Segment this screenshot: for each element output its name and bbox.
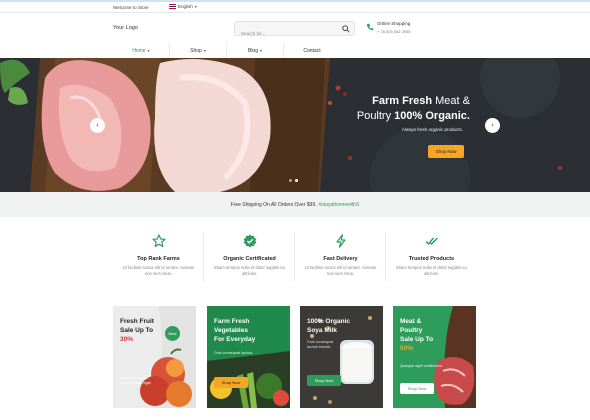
free-shipping-banner: Free Shipping On All Orders Over $99. #s…	[0, 192, 590, 217]
feature-top-rank-farms: Top Rank Farms Ut facilisis luctus elit …	[113, 230, 204, 290]
feature-title: Top Rank Farms	[137, 256, 180, 262]
feature-desc: Ut facilisis luctus elit id ornare. Aene…	[122, 265, 195, 276]
double-check-icon	[425, 237, 438, 246]
promo-title-line: Sale Up To	[400, 336, 434, 343]
search-input[interactable]	[235, 27, 335, 40]
search-icon[interactable]	[342, 25, 350, 33]
hero-title-strong-2: 100% Organic.	[394, 110, 470, 122]
slider-dot-active[interactable]	[295, 179, 298, 182]
feature-desc: Ut facilisis luctus elit id ornare. Aene…	[304, 265, 377, 276]
promo-title-line: Meat &	[400, 318, 422, 325]
promo-title-line: 100% Organic	[307, 318, 350, 325]
hashtag-link[interactable]: #stayathomewithS	[319, 202, 360, 208]
promo-title: Meat & Poultry Sale Up To 50%	[400, 317, 433, 353]
shipping-phone[interactable]: + 78 525 542 2505	[377, 29, 410, 34]
promo-desc: Duis consequat lacinia.	[214, 351, 254, 355]
welcome-text: Welcome to Store	[113, 5, 149, 10]
shipping-title: Online Shopping	[377, 21, 411, 26]
feature-title: Trusted Products	[408, 256, 455, 262]
promo-highlight: 50%	[400, 345, 414, 352]
feature-title: Fast Delivery	[323, 256, 358, 262]
hero-slider: ‹ › Farm Fresh Meat & Poultry 100% Organ…	[0, 58, 590, 192]
promo-card-soya-milk[interactable]: 100% Organic Soya Milk Duis consequat la…	[300, 306, 383, 408]
feature-fast-delivery: Fast Delivery Ut facilisis luctus elit i…	[295, 230, 386, 290]
promo-title-line: Fresh Fruit	[120, 318, 154, 325]
promo-title-line: Poultry	[400, 327, 423, 334]
hero-title-line-2: Poultry 100% Organic.	[340, 109, 470, 124]
promo-title-line: Sale Up To	[120, 327, 154, 334]
phone-icon	[366, 23, 374, 31]
slider-dot[interactable]	[289, 179, 292, 182]
star-icon	[151, 234, 166, 248]
nav-item-contact[interactable]: Contact	[284, 43, 340, 58]
promo-card-meat-poultry[interactable]: Meat & Poultry Sale Up To 50% Quisque eg…	[393, 306, 476, 408]
nav-label-contact: Contact	[303, 47, 321, 54]
feature-title: Organic Certificated	[223, 256, 276, 262]
hero-title-light-2: Poultry	[356, 110, 392, 122]
promo-title: Fresh Fruit Sale Up To 30%	[120, 317, 154, 344]
promo-card-fresh-fruit[interactable]: Fresh Fruit Sale Up To 30% New Aenean rh…	[113, 306, 196, 408]
language-label: English	[178, 4, 193, 9]
hero-title-strong-1: Farm Fresh	[372, 95, 433, 107]
top-bar: Welcome to Store English ▾	[0, 0, 590, 13]
nav-label-blog: Blog	[247, 47, 258, 54]
promo-desc: Quisque eget vestibulum.	[400, 364, 443, 368]
promo-title: Farm Fresh Vegetables For Everyday	[214, 317, 255, 344]
promo-shop-now-button[interactable]: Shop Now	[214, 377, 248, 388]
promo-desc: Duis consequat lacinia blandit.	[307, 340, 334, 349]
promo-title-line: For Everyday	[214, 336, 256, 343]
slider-next-button[interactable]: ›	[485, 118, 500, 133]
search-bar	[234, 21, 355, 40]
badge-check-icon	[243, 234, 256, 248]
chevron-right-icon: ›	[491, 122, 494, 129]
promo-title: 100% Organic Soya Milk	[307, 317, 350, 335]
nav-label-shop: Shop	[190, 47, 202, 54]
hero-image	[0, 58, 590, 192]
lightning-icon	[335, 234, 346, 248]
new-badge: New	[165, 326, 180, 341]
chevron-left-icon: ‹	[96, 122, 99, 129]
chevron-down-icon: ▾	[260, 48, 263, 53]
promo-title-line: Soya Milk	[307, 327, 337, 334]
feature-trusted-products: Trusted Products Etiam tempus nulla et d…	[386, 230, 477, 290]
promo-title-line: Vegetables	[214, 327, 248, 334]
hero-subtitle: Always fresh organic products.	[401, 127, 463, 132]
promo-card-vegetables[interactable]: Farm Fresh Vegetables For Everyday Duis …	[207, 306, 290, 408]
promo-desc: Aenean rhoncus blandit luctus eget.	[120, 376, 152, 385]
language-selector[interactable]: English ▾	[169, 4, 197, 9]
chevron-down-icon: ▾	[147, 48, 150, 53]
nav-item-home[interactable]: Home ▾	[113, 43, 169, 58]
nav-item-shop[interactable]: Shop ▾	[170, 43, 226, 58]
slider-dots	[289, 179, 298, 182]
feature-desc: Etiam tempus nulla et dolor sagittis eu …	[214, 265, 285, 276]
uk-flag-icon	[169, 4, 176, 9]
hero-title-line-1: Farm Fresh Meat &	[340, 94, 470, 109]
promo-highlight: 30%	[120, 336, 134, 343]
feature-organic-certificated: Organic Certificated Etiam tempus nulla …	[204, 230, 295, 290]
promo-shop-now-button[interactable]: Shop Now	[400, 383, 434, 394]
hero-shop-now-button[interactable]: Shop Now	[428, 145, 464, 158]
features-row: Top Rank Farms Ut facilisis luctus elit …	[113, 230, 477, 290]
promo-cards: Fresh Fruit Sale Up To 30% New Aenean rh…	[113, 306, 477, 408]
site-header: Your Logo Online Shopping + 78 525 542 2…	[0, 13, 590, 43]
nav-label-home: Home	[132, 47, 146, 54]
feature-desc: Etiam tempus nulla et dolor sagittis eu …	[396, 265, 467, 276]
site-logo[interactable]: Your Logo	[113, 25, 138, 31]
chevron-down-icon: ▾	[203, 48, 206, 53]
chevron-down-icon: ▾	[194, 4, 197, 9]
promo-shop-now-button[interactable]: Shop Now	[307, 375, 341, 386]
nav-item-blog[interactable]: Blog ▾	[227, 43, 283, 58]
promo-title-line: Farm Fresh	[214, 318, 250, 325]
free-shipping-text: Free Shipping On All Orders Over $99.	[230, 201, 317, 208]
slider-prev-button[interactable]: ‹	[90, 118, 105, 133]
main-nav: Home ▾ Shop ▾ Blog ▾ Contact	[113, 43, 477, 58]
hero-title-light-1: Meat &	[435, 95, 470, 107]
